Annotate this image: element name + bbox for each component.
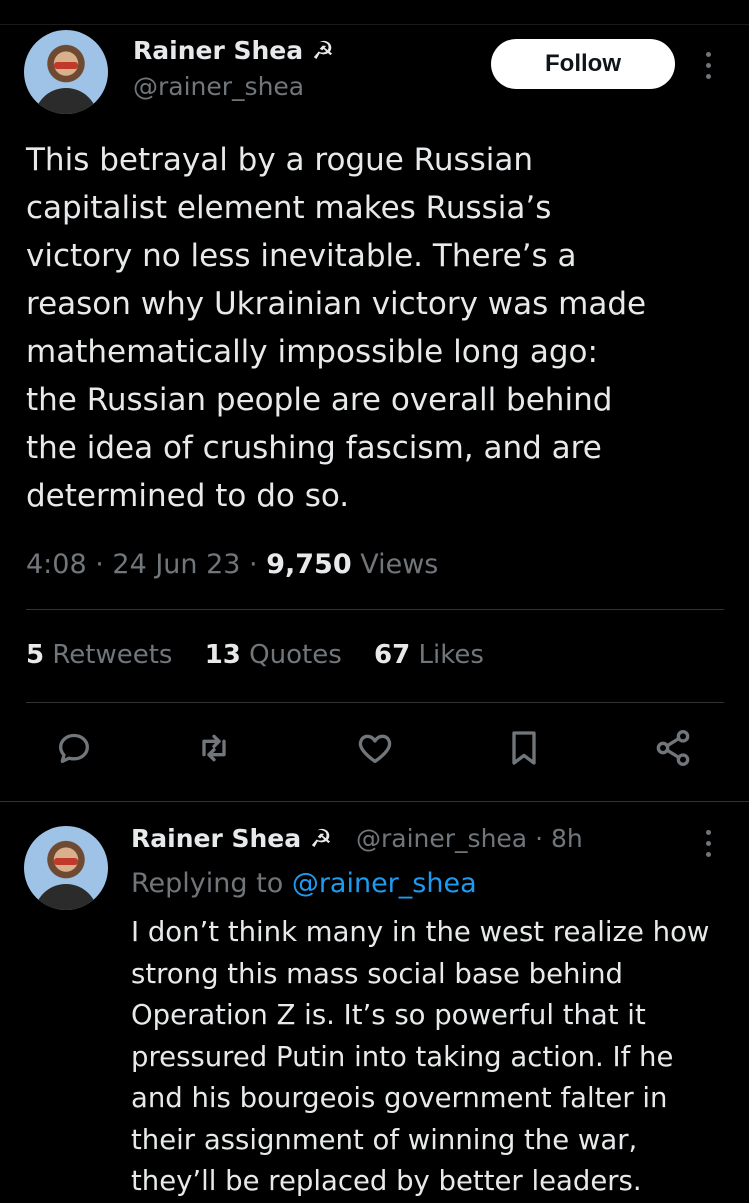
likes-stat[interactable]: 67 Likes	[374, 640, 484, 670]
share-icon[interactable]	[651, 726, 695, 770]
retweets-stat[interactable]: 5 Retweets	[26, 640, 172, 670]
separator	[26, 702, 724, 703]
avatar-glasses	[54, 62, 78, 69]
tweet-time[interactable]: 4:08	[26, 549, 87, 580]
tweet-meta: 4:08 · 24 Jun 23 · 9,750 Views	[26, 549, 439, 580]
reply-text: I don’t think many in the west realize h…	[131, 916, 710, 1197]
more-options-icon[interactable]	[704, 52, 712, 85]
reply-more-options-icon[interactable]	[704, 830, 712, 863]
retweet-icon[interactable]	[192, 726, 236, 770]
author-name[interactable]: Rainer Shea ☭	[133, 36, 334, 65]
replying-prefix: Replying to	[131, 868, 284, 899]
avatar-shoulders	[34, 88, 98, 114]
views-label: Views	[360, 549, 439, 580]
replying-to: Replying to @rainer_shea	[131, 868, 477, 899]
reply-author-handle[interactable]: @rainer_shea · 8h	[356, 824, 583, 853]
bookmark-icon[interactable]	[502, 726, 546, 770]
views-count: 9,750	[266, 549, 352, 580]
top-border	[0, 24, 749, 25]
author-handle[interactable]: @rainer_shea	[133, 72, 304, 101]
separator	[26, 609, 724, 610]
engagement-stats: 5 Retweets 13 Quotes 67 Likes	[26, 640, 508, 670]
action-bar	[0, 726, 749, 786]
replying-to-link[interactable]: @rainer_shea	[292, 868, 477, 899]
tweet-text: This betrayal by a rogue Russian capital…	[26, 142, 647, 514]
avatar[interactable]	[24, 30, 108, 114]
follow-button[interactable]: Follow	[491, 39, 675, 89]
avatar-glasses	[54, 858, 78, 865]
tweet-divider	[0, 801, 749, 802]
reply-author-name[interactable]: Rainer Shea ☭	[131, 824, 332, 853]
avatar-shoulders	[34, 884, 98, 910]
tweet-date[interactable]: 24 Jun 23	[112, 549, 240, 580]
quotes-stat[interactable]: 13 Quotes	[205, 640, 342, 670]
like-icon[interactable]	[353, 726, 397, 770]
reply-icon[interactable]	[52, 726, 96, 770]
reply-avatar[interactable]	[24, 826, 108, 910]
